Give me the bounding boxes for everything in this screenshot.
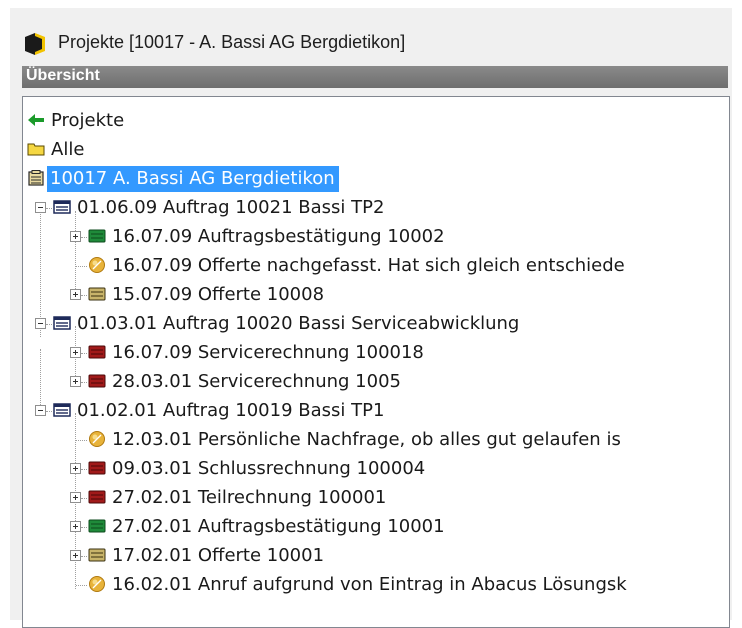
tree-item-label: 27.02.01 Teilrechnung 100001: [112, 487, 387, 508]
tree-connector: [76, 440, 87, 441]
expand-toggle[interactable]: [70, 521, 81, 532]
window-title: Projekte [10017 - A. Bassi AG Bergdietik…: [58, 32, 406, 52]
green-back-arrow-icon: [28, 114, 44, 126]
tree-item-label: 16.07.09 Auftragsbestätigung 10002: [112, 226, 445, 247]
tree-item-label: 01.02.01 Auftrag 10019 Bassi TP1: [77, 400, 385, 421]
tree-connector: [81, 353, 87, 354]
navy-binder-icon: [53, 200, 71, 214]
section-title: Übersicht: [26, 67, 100, 84]
tree-item-label: 15.07.09 Offerte 10008: [112, 284, 325, 305]
green-binder-icon: [88, 229, 106, 243]
tree-connector: [40, 349, 41, 409]
tree-item-label: 09.03.01 Schlussrechnung 100004: [112, 458, 426, 479]
application-window: Projekte [10017 - A. Bassi AG Bergdietik…: [10, 8, 732, 628]
navy-binder-icon: [53, 403, 71, 417]
expand-toggle[interactable]: [70, 550, 81, 561]
yellow-folder-icon: [27, 143, 45, 156]
expand-toggle[interactable]: [70, 289, 81, 300]
tree-item-label: 01.06.09 Auftrag 10021 Bassi TP2: [77, 197, 385, 218]
tree-connector: [46, 324, 52, 325]
tree-item-label: 16.02.01 Anruf aufgrund von Eintrag in A…: [112, 574, 627, 595]
tree-connector: [46, 208, 52, 209]
tan-binder-icon: [88, 287, 106, 301]
tree-connector: [75, 211, 76, 299]
expand-toggle[interactable]: [70, 492, 81, 503]
expand-toggle[interactable]: [70, 347, 81, 358]
expand-toggle[interactable]: [70, 463, 81, 474]
red-binder-icon: [88, 490, 106, 504]
gold-note-icon: [89, 431, 105, 447]
gold-note-icon: [89, 257, 105, 273]
red-binder-icon: [88, 461, 106, 475]
tree-item-label: 28.03.01 Servicerechnung 1005: [112, 371, 401, 392]
expand-toggle[interactable]: [70, 231, 81, 242]
tree-connector: [81, 527, 87, 528]
tree-item-label: Alle: [51, 139, 85, 160]
gold-note-icon: [89, 576, 105, 592]
red-binder-icon: [88, 345, 106, 359]
navy-binder-icon: [53, 316, 71, 330]
project-binder-icon: [28, 170, 44, 186]
project-tree[interactable]: Projekte Alle 10017 A. Bassi AG Bergdiet…: [22, 96, 730, 628]
collapse-toggle[interactable]: [35, 405, 46, 416]
tree-item-label: Projekte: [51, 110, 125, 131]
tree-connector: [81, 295, 87, 296]
tree-connector: [46, 411, 52, 412]
tree-connector: [81, 556, 87, 557]
tree-item-label: 17.02.01 Offerte 10001: [112, 545, 325, 566]
tree-connector: [81, 237, 87, 238]
tree-connector: [76, 585, 87, 586]
tan-binder-icon: [88, 548, 106, 562]
section-header: Übersicht: [22, 66, 728, 88]
tree-item-label: 16.07.09 Servicerechnung 100018: [112, 342, 424, 363]
tree-item-label: 10017 A. Bassi AG Bergdietikon: [47, 166, 339, 192]
green-binder-icon: [88, 519, 106, 533]
tree-item-label: 27.02.01 Auftragsbestätigung 10001: [112, 516, 445, 537]
expand-toggle[interactable]: [70, 376, 81, 387]
app-logo-icon: [25, 33, 45, 55]
red-binder-icon: [88, 374, 106, 388]
window-titlebar: Projekte [10017 - A. Bassi AG Bergdietik…: [10, 8, 732, 64]
tree-connector: [76, 266, 87, 267]
tree-connector: [81, 469, 87, 470]
tree-item-label: 12.03.01 Persönliche Nachfrage, ob alles…: [112, 429, 621, 450]
tree-connector: [81, 382, 87, 383]
tree-connector: [81, 498, 87, 499]
tree-item-label: 16.07.09 Offerte nachgefasst. Hat sich g…: [112, 255, 625, 276]
tree-item-label: 01.03.01 Auftrag 10020 Bassi Serviceabwi…: [77, 313, 520, 334]
collapse-toggle[interactable]: [35, 202, 46, 213]
collapse-toggle[interactable]: [35, 318, 46, 329]
